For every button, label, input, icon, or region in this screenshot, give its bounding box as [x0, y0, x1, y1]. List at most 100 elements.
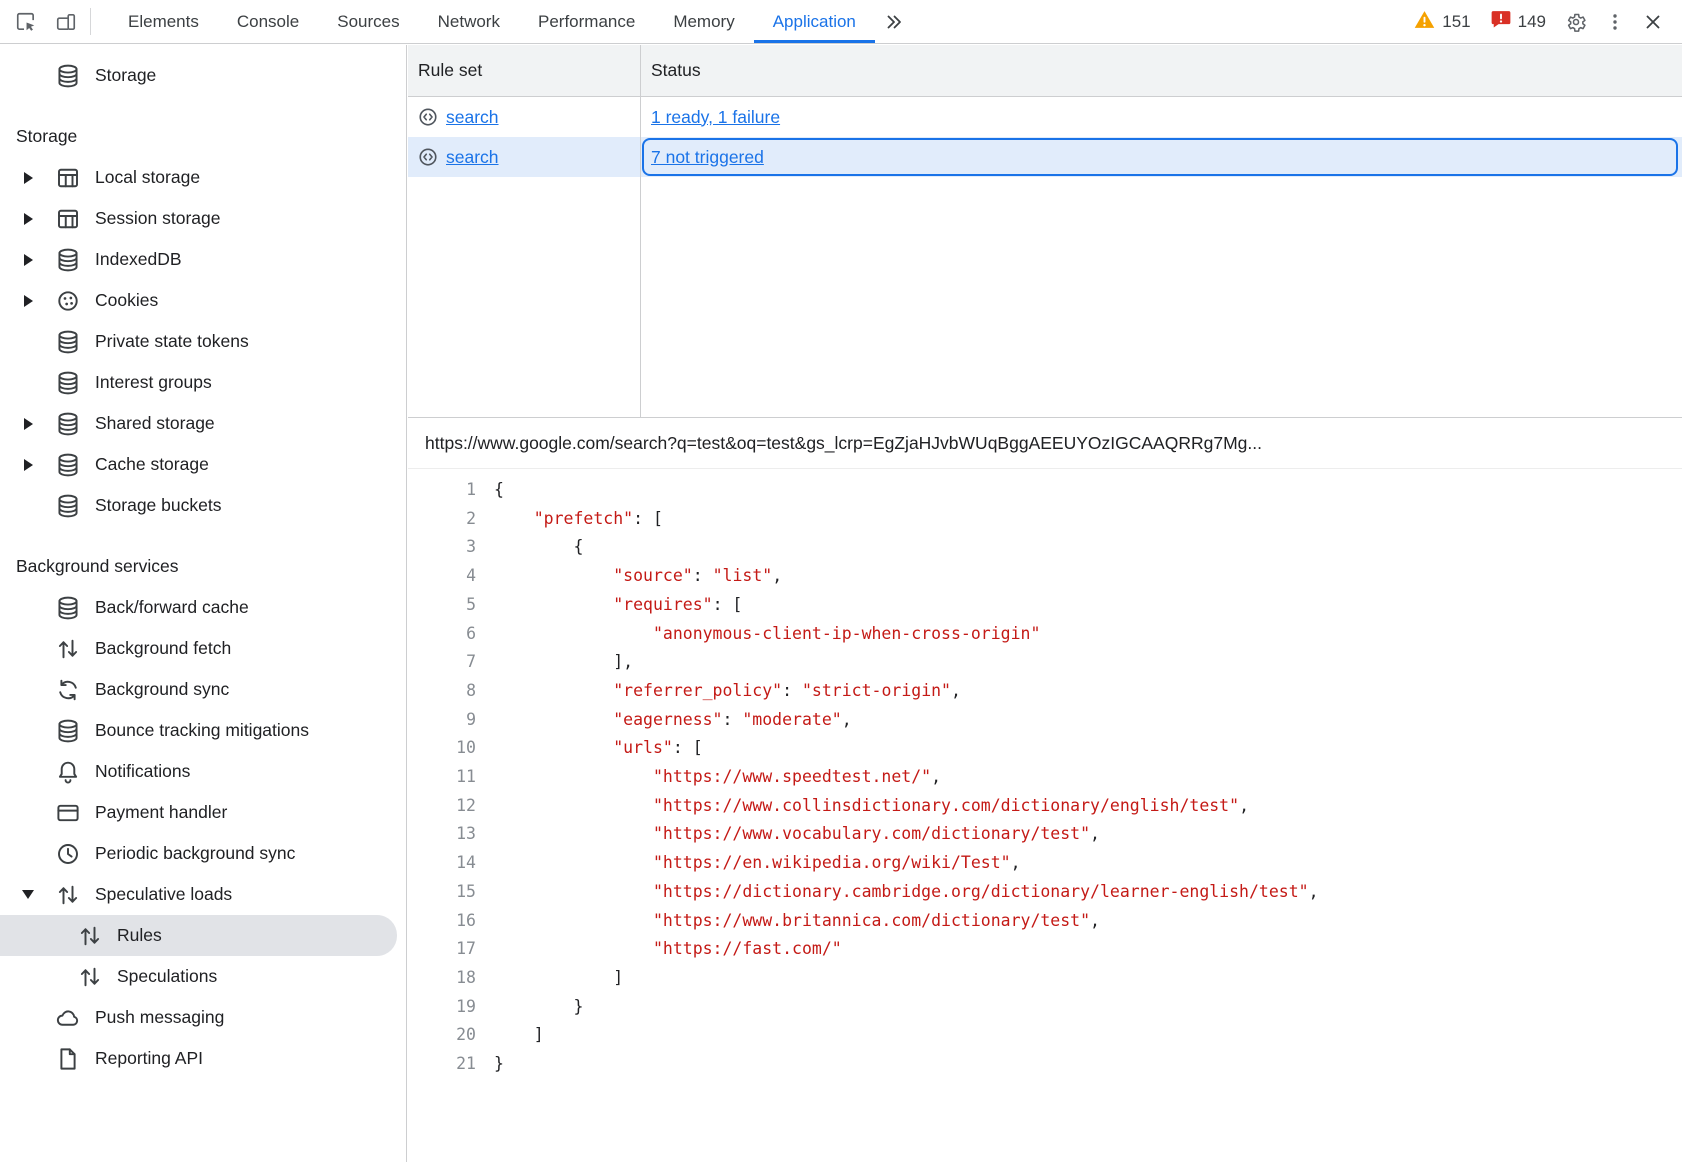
sidebar-item-reporting-api[interactable]: Reporting API: [0, 1038, 407, 1079]
more-tabs-icon[interactable]: [875, 0, 913, 43]
sidebar-item-back-forward-cache[interactable]: Back/forward cache: [0, 587, 407, 628]
column-header-status: Status: [641, 45, 1682, 96]
code-line: 12 "https://www.collinsdictionary.com/di…: [408, 792, 1682, 821]
issues-icon: [1491, 10, 1511, 33]
sidebar-item-storage[interactable]: Storage: [0, 55, 407, 96]
sidebar-item-speculative-loads[interactable]: Speculative loads: [0, 874, 407, 915]
status-link[interactable]: 1 ready, 1 failure: [651, 107, 780, 128]
sidebar-item-label: Private state tokens: [95, 331, 249, 352]
tab-elements[interactable]: Elements: [109, 0, 218, 43]
database-icon: [56, 64, 80, 88]
code-text: {: [494, 533, 583, 562]
expander-collapsed-icon[interactable]: [0, 418, 56, 430]
code-text: "https://en.wikipedia.org/wiki/Test",: [494, 849, 1021, 878]
code-line: 8 "referrer_policy": "strict-origin",: [408, 677, 1682, 706]
column-header-rule-set: Rule set: [408, 45, 641, 96]
sidebar-item-push-messaging[interactable]: Push messaging: [0, 997, 407, 1038]
bell-icon: [56, 760, 80, 784]
warning-icon: [1414, 10, 1435, 34]
sidebar-item-label: Cookies: [95, 290, 158, 311]
line-number: 8: [408, 677, 494, 706]
sidebar-item-interest-groups[interactable]: Interest groups: [0, 362, 407, 403]
sync-icon: [56, 678, 80, 702]
line-number: 11: [408, 763, 494, 792]
sidebar-item-bounce-tracking-mitigations[interactable]: Bounce tracking mitigations: [0, 710, 407, 751]
code-text: "https://fast.com/": [494, 935, 842, 964]
sidebar-item-cache-storage[interactable]: Cache storage: [0, 444, 407, 485]
section-header-background-services: Background services: [0, 546, 406, 587]
tab-application[interactable]: Application: [754, 0, 875, 43]
rule-set-link[interactable]: search: [446, 107, 499, 128]
cloud-icon: [56, 1006, 80, 1030]
tab-performance[interactable]: Performance: [519, 0, 654, 43]
rule-set-link[interactable]: search: [446, 147, 499, 168]
line-number: 18: [408, 964, 494, 993]
sidebar-item-notifications[interactable]: Notifications: [0, 751, 407, 792]
expander-collapsed-icon[interactable]: [0, 295, 56, 307]
devtools-toolbar: ElementsConsoleSourcesNetworkPerformance…: [0, 0, 1682, 44]
tab-network[interactable]: Network: [419, 0, 519, 43]
warnings-counter[interactable]: 151: [1404, 10, 1480, 34]
line-number: 14: [408, 849, 494, 878]
sidebar-item-shared-storage[interactable]: Shared storage: [0, 403, 407, 444]
expander-collapsed-icon[interactable]: [0, 254, 56, 266]
issues-counter[interactable]: 149: [1481, 10, 1556, 33]
expander-expanded-icon[interactable]: [0, 890, 56, 899]
sidebar-item-private-state-tokens[interactable]: Private state tokens: [0, 321, 407, 362]
sidebar-item-label: Speculative loads: [95, 884, 232, 905]
tab-memory[interactable]: Memory: [654, 0, 753, 43]
arrows-up-down-icon: [56, 883, 80, 907]
triangle-right-icon: [24, 459, 33, 471]
sidebar-item-local-storage[interactable]: Local storage: [0, 157, 407, 198]
code-text: "urls": [: [494, 734, 703, 763]
sidebar-item-session-storage[interactable]: Session storage: [0, 198, 407, 239]
sidebar-item-storage-buckets[interactable]: Storage buckets: [0, 485, 407, 526]
code-line: 6 "anonymous-client-ip-when-cross-origin…: [408, 620, 1682, 649]
issues-count: 149: [1518, 12, 1546, 32]
triangle-right-icon: [24, 254, 33, 266]
code-line: 18 ]: [408, 964, 1682, 993]
sidebar-item-rules[interactable]: Rules: [0, 915, 397, 956]
sidebar-item-label: Payment handler: [95, 802, 227, 823]
tab-console[interactable]: Console: [218, 0, 318, 43]
devtools-window: ElementsConsoleSourcesNetworkPerformance…: [0, 0, 1682, 1162]
table-header: Rule set Status: [408, 45, 1682, 97]
sidebar-item-label: Storage: [95, 65, 156, 86]
code-text: }: [494, 1050, 504, 1079]
settings-gear-icon[interactable]: [1556, 11, 1596, 33]
code-text: "requires": [: [494, 591, 742, 620]
tab-sources[interactable]: Sources: [318, 0, 418, 43]
expander-collapsed-icon[interactable]: [0, 172, 56, 184]
code-line: 15 "https://dictionary.cambridge.org/dic…: [408, 878, 1682, 907]
code-line: 2 "prefetch": [: [408, 505, 1682, 534]
kebab-menu-icon[interactable]: [1596, 12, 1634, 32]
sidebar-item-payment-handler[interactable]: Payment handler: [0, 792, 407, 833]
sidebar-item-label: Session storage: [95, 208, 221, 229]
code-line: 13 "https://www.vocabulary.com/dictionar…: [408, 820, 1682, 849]
expander-collapsed-icon[interactable]: [0, 459, 56, 471]
sidebar-item-periodic-background-sync[interactable]: Periodic background sync: [0, 833, 407, 874]
sidebar-item-background-sync[interactable]: Background sync: [0, 669, 407, 710]
sidebar-item-label: Bounce tracking mitigations: [95, 720, 309, 741]
code-text: "https://www.collinsdictionary.com/dicti…: [494, 792, 1249, 821]
triangle-right-icon: [24, 172, 33, 184]
code-text: "referrer_policy": "strict-origin",: [494, 677, 961, 706]
database-icon: [56, 453, 80, 477]
sidebar-item-speculations[interactable]: Speculations: [0, 956, 407, 997]
code-text: }: [494, 993, 583, 1022]
rule-set-cell: search: [408, 137, 641, 177]
sidebar-item-background-fetch[interactable]: Background fetch: [0, 628, 407, 669]
code-text: "source": "list",: [494, 562, 782, 591]
code-line: 5 "requires": [: [408, 591, 1682, 620]
close-icon[interactable]: [1634, 12, 1672, 32]
inspect-icon[interactable]: [6, 0, 46, 43]
expander-collapsed-icon[interactable]: [0, 213, 56, 225]
device-toolbar-icon[interactable]: [46, 0, 86, 43]
code-text: ],: [494, 648, 633, 677]
status-link[interactable]: 7 not triggered: [651, 147, 764, 168]
line-number: 21: [408, 1050, 494, 1079]
sidebar-item-indexeddb[interactable]: IndexedDB: [0, 239, 407, 280]
card-icon: [56, 801, 80, 825]
clock-icon: [56, 842, 80, 866]
sidebar-item-cookies[interactable]: Cookies: [0, 280, 407, 321]
